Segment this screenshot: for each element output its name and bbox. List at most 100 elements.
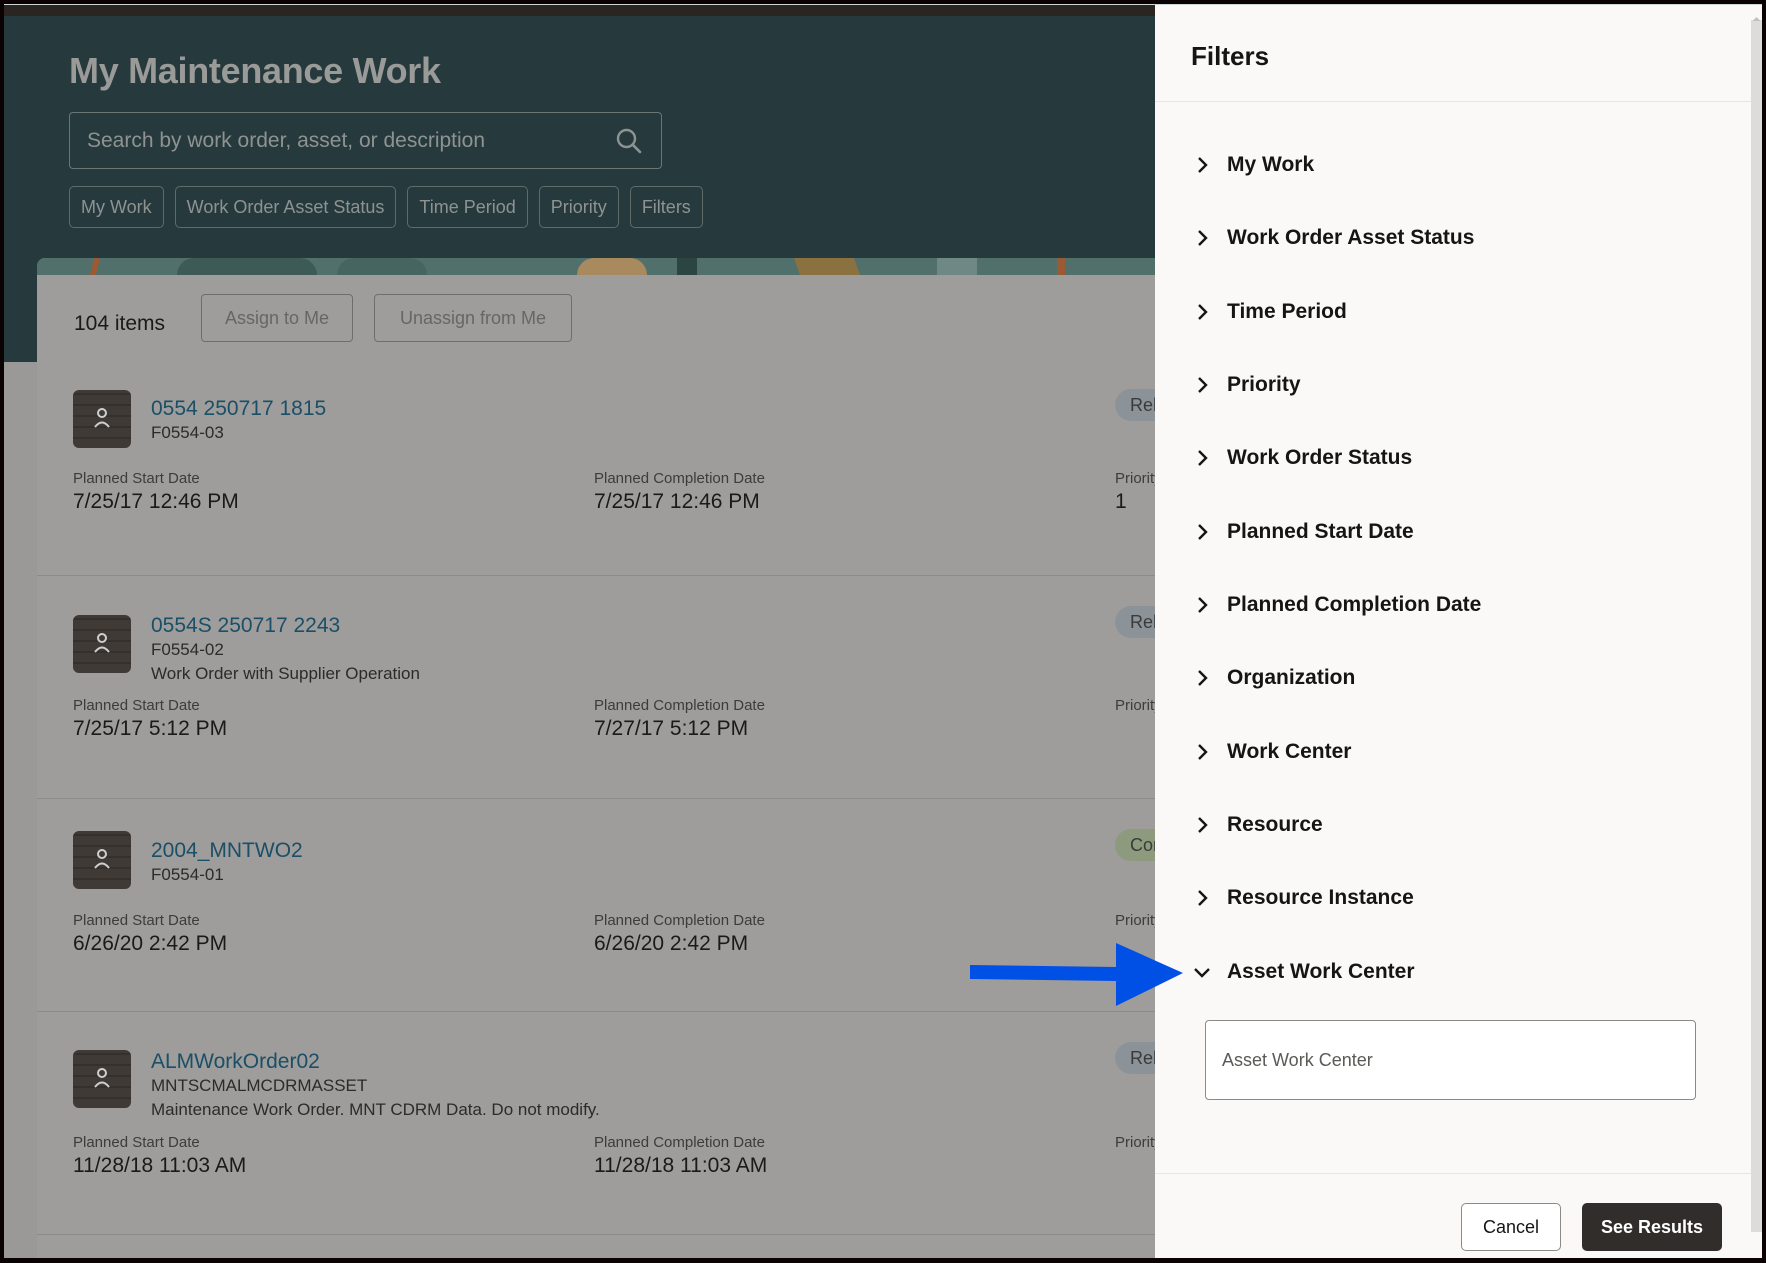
chip-my-work[interactable]: My Work <box>69 186 164 228</box>
chip-priority[interactable]: Priority <box>538 186 619 228</box>
planned-completion-label: Planned Completion Date <box>594 1134 765 1151</box>
scroll-up-arrow-icon[interactable] <box>1751 15 1762 23</box>
planned-start-label: Planned Start Date <box>73 1134 200 1151</box>
filter-section-label: Work Order Status <box>1227 446 1413 469</box>
page-background <box>4 362 37 1258</box>
drawer-scrollbar[interactable] <box>1751 20 1762 1232</box>
item-count: 104 items <box>74 312 166 335</box>
filter-section-work-order-asset-status[interactable]: Work Order Asset Status <box>1191 218 1474 258</box>
asset-number: MNTSCMALMCDRMASSET <box>151 1076 368 1095</box>
chip-work-order-asset-status[interactable]: Work Order Asset Status <box>174 186 397 228</box>
app-window: My Maintenance Work Search by work order… <box>4 4 1762 1258</box>
filter-section-work-center[interactable]: Work Center <box>1191 732 1351 772</box>
avatar <box>73 615 131 673</box>
planned-start-value: 11/28/18 11:03 AM <box>73 1154 247 1177</box>
filter-chips: My Work Work Order Asset Status Time Per… <box>69 186 703 228</box>
filter-section-label: Work Center <box>1227 740 1352 763</box>
divider <box>1155 1173 1751 1174</box>
filter-section-label: Asset Work Center <box>1227 960 1415 983</box>
filters-drawer: Filters My Work Work Order Asset Status … <box>1155 5 1762 1258</box>
filter-section-resource-instance[interactable]: Resource Instance <box>1191 878 1414 918</box>
work-order-link[interactable]: 2004_MNTWO2 <box>151 839 303 863</box>
chevron-right-icon <box>1198 597 1208 613</box>
work-order-description: Work Order with Supplier Operation <box>151 664 420 683</box>
filter-section-time-period[interactable]: Time Period <box>1191 292 1347 332</box>
chip-time-period[interactable]: Time Period <box>407 186 528 228</box>
planned-completion-value: 11/28/18 11:03 AM <box>594 1154 768 1177</box>
planned-completion-label: Planned Completion Date <box>594 912 765 929</box>
filter-section-label: Time Period <box>1227 300 1347 323</box>
asset-number: F0554-01 <box>151 865 224 884</box>
work-order-link[interactable]: 0554 250717 1815 <box>151 397 326 421</box>
filter-section-priority[interactable]: Priority <box>1191 365 1301 405</box>
filter-section-label: Planned Completion Date <box>1227 593 1482 616</box>
planned-start-label: Planned Start Date <box>73 697 200 714</box>
filter-section-resource[interactable]: Resource <box>1191 805 1323 845</box>
planned-completion-label: Planned Completion Date <box>594 470 765 487</box>
chevron-right-icon <box>1198 377 1208 393</box>
person-icon <box>94 849 110 869</box>
planned-completion-label: Planned Completion Date <box>594 697 765 714</box>
assign-to-me-button[interactable]: Assign to Me <box>201 294 353 342</box>
cancel-button[interactable]: Cancel <box>1461 1203 1561 1251</box>
annotation-arrow <box>970 943 1183 1006</box>
person-icon <box>94 633 110 653</box>
asset-work-center-input[interactable] <box>1222 1021 1682 1099</box>
search-icon[interactable] <box>615 127 643 155</box>
chevron-right-icon <box>1198 817 1208 833</box>
search-placeholder: Search by work order, asset, or descript… <box>87 129 486 152</box>
planned-completion-value: 7/25/17 12:46 PM <box>594 490 760 513</box>
planned-start-value: 7/25/17 12:46 PM <box>73 490 239 513</box>
work-list-card: 104 items Assign to Me Unassign from Me … <box>37 258 1167 1258</box>
list-item[interactable]: 0554S 250717 2243 F0554-02 Work Order wi… <box>37 576 1167 799</box>
see-results-button[interactable]: See Results <box>1582 1203 1722 1251</box>
filter-section-label: Resource <box>1227 813 1323 836</box>
avatar <box>73 1050 131 1108</box>
filter-section-label: Resource Instance <box>1227 886 1414 909</box>
priority-value: 1 <box>1115 490 1127 513</box>
asset-number: F0554-02 <box>151 640 224 659</box>
planned-start-label: Planned Start Date <box>73 912 200 929</box>
filter-section-asset-work-center[interactable]: Asset Work Center <box>1191 952 1415 992</box>
work-order-list: 0554 250717 1815 F0554-03 Rele Planned S… <box>37 370 1167 1235</box>
chevron-right-icon <box>1198 670 1208 686</box>
filter-section-planned-completion-date[interactable]: Planned Completion Date <box>1191 585 1481 625</box>
filter-section-label: Organization <box>1227 666 1356 689</box>
chevron-right-icon <box>1198 524 1208 540</box>
unassign-from-me-button[interactable]: Unassign from Me <box>374 294 572 342</box>
chevron-right-icon <box>1198 304 1208 320</box>
filter-section-work-order-status[interactable]: Work Order Status <box>1191 438 1412 478</box>
annotation-arrow-shape <box>970 943 1183 1006</box>
drawer-title: Filters <box>1191 41 1270 71</box>
filter-section-label: Planned Start Date <box>1227 520 1414 543</box>
work-order-link[interactable]: 0554S 250717 2243 <box>151 614 340 638</box>
work-order-link[interactable]: ALMWorkOrder02 <box>151 1050 320 1074</box>
chevron-right-icon <box>1198 450 1208 466</box>
filter-section-organization[interactable]: Organization <box>1191 658 1355 698</box>
chevron-right-icon <box>1198 890 1208 906</box>
page-title: My Maintenance Work <box>69 50 441 91</box>
planned-start-value: 6/26/20 2:42 PM <box>73 932 228 955</box>
asset-work-center-field[interactable] <box>1205 1020 1696 1100</box>
chevron-right-icon <box>1198 230 1208 246</box>
chevron-down-icon <box>1194 968 1210 978</box>
filter-section-label: Priority <box>1227 373 1301 396</box>
avatar <box>73 831 131 889</box>
filter-section-label: My Work <box>1227 153 1315 176</box>
filter-section-planned-start-date[interactable]: Planned Start Date <box>1191 512 1414 552</box>
planned-start-value: 7/25/17 5:12 PM <box>73 717 228 740</box>
avatar <box>73 390 131 448</box>
chip-filters[interactable]: Filters <box>629 186 703 228</box>
list-item[interactable]: ALMWorkOrder02 MNTSCMALMCDRMASSET Mainte… <box>37 1012 1167 1235</box>
list-toolbar: 104 items Assign to Me Unassign from Me <box>37 275 1167 370</box>
filter-section-label: Work Order Asset Status <box>1227 226 1475 249</box>
divider <box>1155 101 1751 102</box>
planned-completion-value: 7/27/17 5:12 PM <box>594 717 749 740</box>
list-item[interactable]: 0554 250717 1815 F0554-03 Rele Planned S… <box>37 370 1167 576</box>
chevron-right-icon <box>1198 744 1208 760</box>
filter-section-my-work[interactable]: My Work <box>1191 145 1314 185</box>
person-icon <box>94 1068 110 1088</box>
search-input[interactable]: Search by work order, asset, or descript… <box>69 112 662 169</box>
person-icon <box>94 408 110 428</box>
planned-completion-value: 6/26/20 2:42 PM <box>594 932 749 955</box>
